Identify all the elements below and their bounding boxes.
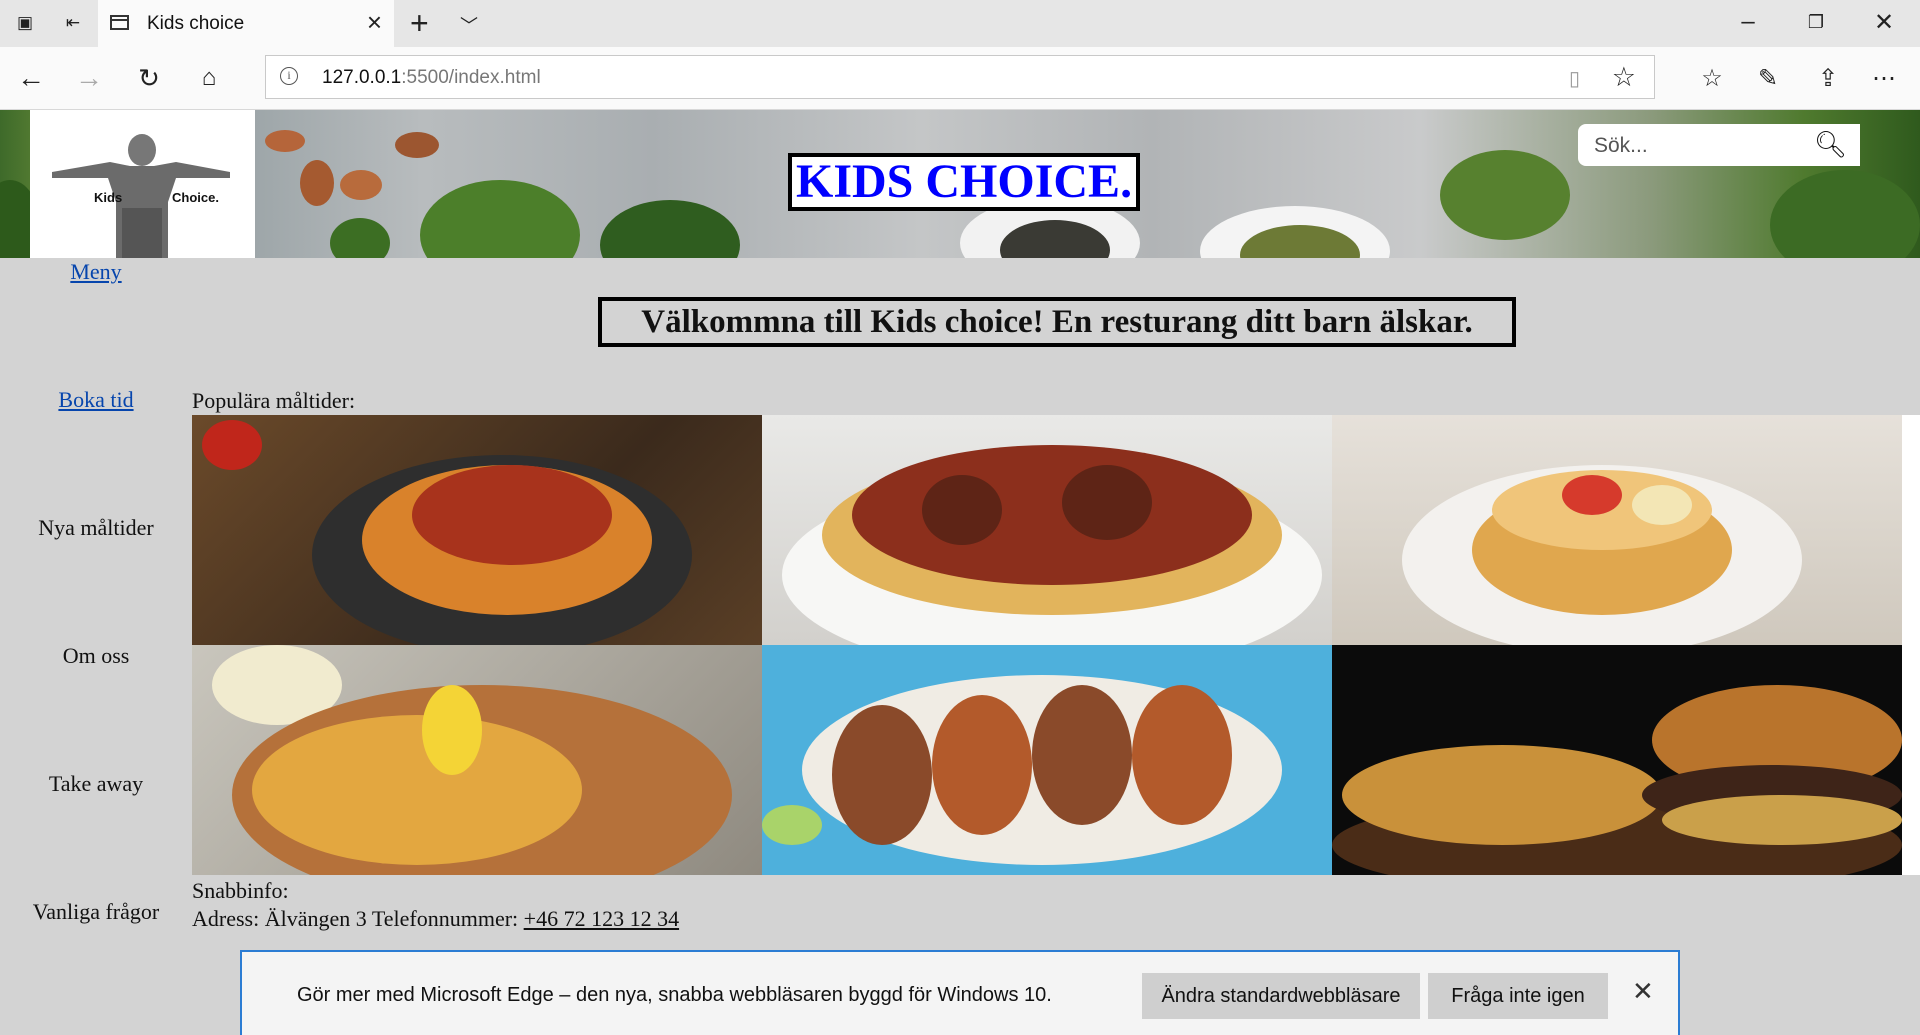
url-host: 127.0.0.1 bbox=[322, 67, 402, 88]
meal-image-pancakes[interactable] bbox=[1332, 415, 1902, 645]
refresh-icon[interactable]: ↻ bbox=[132, 61, 166, 95]
close-notification-icon[interactable]: ✕ bbox=[1632, 976, 1654, 1007]
notes-pen-icon[interactable]: ✎ bbox=[1750, 61, 1786, 95]
search-input[interactable] bbox=[1592, 132, 1796, 160]
favorites-icon[interactable]: ☆ bbox=[1694, 61, 1730, 95]
dont-ask-again-button[interactable]: Fråga inte igen bbox=[1428, 973, 1608, 1019]
leaf-shape bbox=[600, 200, 740, 258]
logo-child-figure bbox=[52, 134, 230, 258]
quick-info-line: Adress: Älvängen 3 Telefonnummer: +46 72… bbox=[192, 905, 679, 933]
meal-image-fish-and-chips[interactable] bbox=[192, 645, 762, 875]
logo-text-left: Kids bbox=[94, 190, 123, 205]
close-tab-icon[interactable]: × bbox=[367, 9, 382, 35]
new-tab-icon[interactable]: + bbox=[410, 6, 429, 40]
search-icon[interactable]: 🔍︎ bbox=[1814, 130, 1847, 160]
sidebar-item-meny[interactable]: Meny bbox=[0, 259, 192, 285]
forward-icon[interactable]: → bbox=[72, 61, 106, 95]
almond-shape bbox=[265, 130, 305, 152]
meal-image-spaghetti-bolognese[interactable] bbox=[192, 415, 762, 645]
logo[interactable]: Kids Choice. bbox=[30, 110, 255, 258]
browser-address-bar: ← → ↻ ⌂ i 127.0.0.1:5500/index.html ▯ ☆ … bbox=[0, 47, 1920, 110]
welcome-heading: Välkommna till Kids choice! En resturang… bbox=[598, 297, 1516, 347]
edge-notification-bar: Gör mer med Microsoft Edge – den nya, sn… bbox=[240, 950, 1680, 1035]
edge-notification-message: Gör mer med Microsoft Edge – den nya, sn… bbox=[297, 984, 1052, 1006]
more-icon[interactable]: ⋯ bbox=[1866, 61, 1902, 95]
spinach-leaf-shape bbox=[420, 180, 580, 258]
tab-kids-choice[interactable]: Kids choice × bbox=[98, 0, 394, 47]
herb-shape bbox=[1440, 150, 1570, 240]
herb-shape bbox=[1770, 170, 1920, 258]
url-text: 127.0.0.1:5500/index.html bbox=[322, 67, 541, 89]
share-icon[interactable]: ⇪ bbox=[1810, 61, 1846, 95]
url-field[interactable]: i 127.0.0.1:5500/index.html ▯ ☆ bbox=[265, 55, 1655, 99]
set-aside-tabs-icon[interactable]: ⇤ bbox=[60, 10, 86, 36]
sidebar-item-vanliga-fragor[interactable]: Vanliga frågor bbox=[0, 899, 192, 925]
almond-shape bbox=[395, 132, 439, 158]
almond-shape bbox=[340, 170, 382, 200]
header-banner: Kids Choice. KIDS CHOICE. 🔍︎ bbox=[0, 110, 1920, 258]
sidebar-item-om-oss[interactable]: Om oss bbox=[0, 643, 192, 669]
quick-info-title: Snabbinfo: bbox=[192, 878, 289, 903]
favorite-star-icon[interactable]: ☆ bbox=[1612, 62, 1636, 93]
meal-image-spaghetti-meatballs[interactable] bbox=[762, 415, 1332, 645]
minimize-icon[interactable]: – bbox=[1728, 8, 1768, 36]
search-box: 🔍︎ bbox=[1578, 124, 1860, 166]
quick-info: Snabbinfo: Adress: Älvängen 3 Telefonnum… bbox=[192, 877, 679, 933]
logo-text-right: Choice. bbox=[172, 190, 219, 205]
back-icon[interactable]: ← bbox=[14, 61, 48, 95]
url-path: :5500/index.html bbox=[401, 67, 541, 88]
meal-image-burger-and-fries[interactable] bbox=[1332, 645, 1902, 875]
green-pepper-shape bbox=[330, 218, 390, 258]
window-close-icon[interactable]: ✕ bbox=[1864, 8, 1904, 37]
meal-image-tacos[interactable] bbox=[762, 645, 1332, 875]
restore-icon[interactable]: ❐ bbox=[1796, 12, 1836, 33]
address-text: Adress: Älvängen 3 Telefonnummer: bbox=[192, 906, 524, 931]
change-default-browser-button[interactable]: Ändra standardwebbläsare bbox=[1142, 973, 1420, 1019]
tab-title: Kids choice bbox=[147, 13, 245, 34]
popular-meals-grid bbox=[192, 415, 1920, 875]
popular-meals-label: Populära måltider: bbox=[192, 388, 356, 413]
sidebar-item-boka-tid[interactable]: Boka tid bbox=[0, 387, 192, 413]
almond-shape bbox=[300, 160, 334, 206]
home-icon[interactable]: ⌂ bbox=[192, 61, 226, 95]
browser-tab-bar: ▣ ⇤ Kids choice × + ﹀ – ❐ ✕ bbox=[0, 0, 1920, 47]
sidebar-item-take-away[interactable]: Take away bbox=[0, 771, 192, 797]
tab-actions-icon[interactable]: ▣ bbox=[12, 10, 38, 36]
reading-view-icon[interactable]: ▯ bbox=[1569, 66, 1580, 91]
page-icon bbox=[110, 15, 129, 30]
site-title: KIDS CHOICE. bbox=[788, 153, 1141, 211]
phone-link[interactable]: +46 72 123 12 34 bbox=[524, 906, 679, 931]
site-info-icon[interactable]: i bbox=[280, 67, 298, 85]
sidebar-item-nya-maltider[interactable]: Nya måltider bbox=[0, 515, 192, 541]
tab-preview-chevron-icon[interactable]: ﹀ bbox=[460, 12, 478, 38]
